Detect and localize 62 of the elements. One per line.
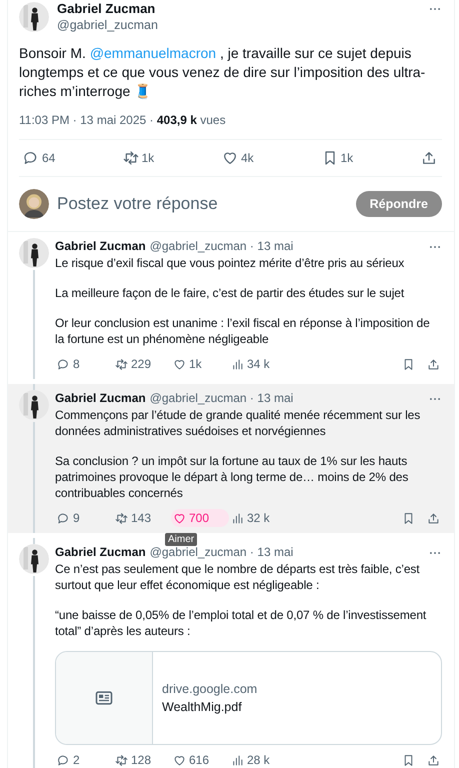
reply-icon <box>57 754 70 766</box>
heart-icon <box>222 150 238 166</box>
reply-text: Ce n’est pas seulement que le nombre de départs est très faible, c’est surtout que leur effet économique est négligeable : <box>55 561 421 593</box>
heart-icon <box>173 358 186 370</box>
retweet-button[interactable]: 229 <box>113 355 171 373</box>
avatar[interactable] <box>19 544 49 574</box>
bar-chart-icon <box>231 512 244 524</box>
link-domain: drive.google.com <box>162 682 258 696</box>
author-name[interactable]: Gabriel Zucman <box>55 391 146 405</box>
reply-text: La meilleure façon de le faire, c’est de partir des études sur le sujet <box>55 285 406 301</box>
like-button[interactable]: 4k <box>220 148 280 168</box>
like-button[interactable]: 616 <box>171 751 229 768</box>
share-icon <box>421 150 437 166</box>
retweet-icon <box>115 358 128 370</box>
bookmark-button[interactable]: 1k <box>320 148 380 168</box>
reply-text: “une baisse de 0,05% de l’emploi total et de 0,07 % de l’investissement total” d’après les auteurs : <box>55 607 428 639</box>
views-button[interactable]: 32 k <box>229 509 287 527</box>
avatar[interactable] <box>19 238 49 268</box>
views-button[interactable]: 28 k <box>229 751 287 768</box>
author-handle[interactable]: @gabriel_zucman <box>57 17 420 33</box>
reply-meta: @gabriel_zucman · 13 mai <box>150 239 294 253</box>
like-button[interactable]: 1k <box>171 355 229 373</box>
reply-text: Le risque d’exil fiscal que vous pointez mérite d’être pris au sérieux <box>55 255 406 271</box>
share-icon <box>427 754 440 766</box>
bar-chart-icon <box>231 754 244 766</box>
share-icon <box>427 358 440 370</box>
reply-icon <box>57 512 70 524</box>
retweet-button[interactable]: 1k <box>120 148 180 168</box>
share-icon <box>427 512 440 524</box>
link-title: WealthMig.pdf <box>162 700 243 714</box>
reply-icon <box>23 150 39 166</box>
views-button[interactable]: 34 k <box>229 355 287 373</box>
bookmark-icon <box>402 754 415 766</box>
retweet-icon <box>115 754 128 766</box>
heart-icon <box>173 512 186 524</box>
bookmark-icon <box>402 358 415 370</box>
reply-button[interactable]: 8 <box>55 355 113 373</box>
reply-button[interactable]: 9 <box>55 509 113 527</box>
bar-chart-icon <box>231 358 244 370</box>
tweet-text: Bonsoir M. @emmanuelmacron , je travaille sur ce sujet depuis longtemps et ce que vous venez de dire sur l’imposition des ultra-riches m’interroge 🧵 <box>19 44 426 101</box>
author-name[interactable]: Gabriel Zucman <box>57 1 420 17</box>
reply-text: Or leur conclusion est unanime : l’exil fiscal en réponse à l’imposition de la fortune est un phénomène négligeable <box>55 315 431 347</box>
avatar[interactable] <box>19 189 49 219</box>
reply-text: Commençons par l’étude de grande qualité menée récemment sur les données administratives suédoises et norvégiennes <box>55 407 422 439</box>
bookmark-icon <box>402 512 415 524</box>
link-card[interactable]: drive.google.com WealthMig.pdf <box>55 651 442 745</box>
retweet-button[interactable]: 128 <box>113 751 171 768</box>
reply-button[interactable]: 2 <box>55 751 113 768</box>
reply-meta: @gabriel_zucman · 13 mai <box>150 391 294 405</box>
tooltip: Aimer <box>165 533 198 546</box>
avatar[interactable] <box>19 2 49 32</box>
retweet-icon <box>115 512 128 524</box>
reply-icon <box>57 358 70 370</box>
reply-meta: @gabriel_zucman · 13 mai <box>150 545 294 559</box>
heart-icon <box>173 754 186 766</box>
author-name[interactable]: Gabriel Zucman <box>55 239 146 253</box>
reply-button[interactable]: 64 <box>21 148 81 168</box>
reply-text: Sa conclusion ? un impôt sur la fortune au taux de 1% sur les hauts patrimoines provoque le départ à long terme de… moins de 2% des contribuables concernés <box>55 453 410 501</box>
avatar[interactable] <box>19 390 49 420</box>
tweet-meta: 11:03 PM · 13 mai 2025 · 403,9 k vues <box>19 113 442 140</box>
author-name[interactable]: Gabriel Zucman <box>55 545 146 559</box>
retweet-icon <box>122 150 138 166</box>
